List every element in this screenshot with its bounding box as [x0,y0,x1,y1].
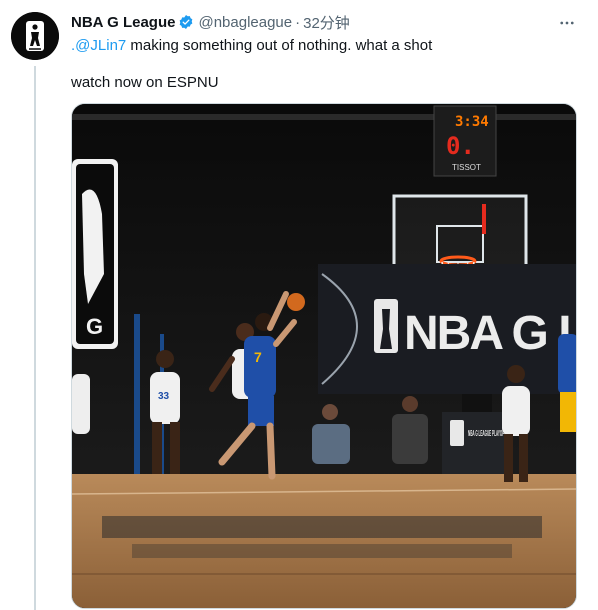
timestamp[interactable]: 32分钟 [303,12,350,33]
verified-badge-icon [180,15,193,29]
thread-line [34,66,36,610]
banner-text: NBA G LE [404,307,577,360]
jersey-number-7: 7 [254,349,262,365]
scoreboard-brand-text: TISSOT [452,163,481,172]
tweet-header: NBA G League @nbagleague · 32分钟 [71,12,350,32]
mention-link[interactable]: @JLin7 [75,37,126,54]
jersey-number-33: 33 [158,391,170,402]
tweet-card[interactable]: NBA G League @nbagleague · 32分钟 .@JLin7 … [0,0,598,610]
nba-g-league-logo-icon [11,12,59,60]
display-name[interactable]: NBA G League [71,14,175,31]
handle[interactable]: @nbagleague [198,14,292,31]
tweet-text-body: making something out of nothing. what a … [126,37,433,54]
tweet-text-line2: watch now on ESPNU [71,74,219,91]
playoffs-sign-text: NBA G LEAGUE PLAYOFFS [468,429,508,438]
more-horizontal-icon [560,21,574,25]
shot-clock-text: 3:34 [455,114,489,130]
video-player[interactable]: G 3:34 0. TISSOT NBA G LE NBA [71,103,577,609]
tweet-text-line1: .@JLin7 making something out of nothing.… [71,36,432,56]
video-frame: G 3:34 0. TISSOT NBA G LE NBA [72,104,577,608]
shot-clock-sub-text: 0. [446,132,475,160]
court-sign-text: G [86,314,103,339]
more-options-button[interactable] [556,12,578,34]
avatar[interactable] [11,12,59,60]
separator-dot: · [295,13,301,31]
